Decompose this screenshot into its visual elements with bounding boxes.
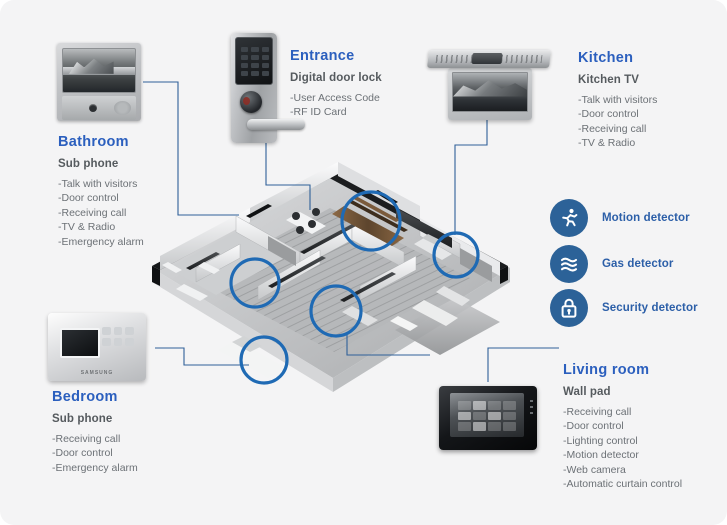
- list-item: -Motion detector: [563, 449, 639, 462]
- smart-home-diagram: SAMSUNG Bathroom Sub phone -Talk with vi…: [0, 0, 727, 525]
- legend-item-security-detector: Security detector: [550, 289, 698, 327]
- room-block-kitchen: Kitchen Kitchen TV -Talk with visitors -…: [578, 50, 657, 151]
- legend-item-gas-detector: Gas detector: [550, 245, 674, 283]
- list-item: -User Access Code: [290, 92, 380, 104]
- living-room-wall-pad-image: [439, 386, 537, 450]
- list-item: -Lighting control: [563, 434, 638, 447]
- running-person-icon: [550, 199, 588, 237]
- device-name-entrance: Digital door lock: [290, 72, 382, 84]
- room-block-bathroom: Bathroom Sub phone -Talk with visitors -…: [58, 134, 144, 249]
- room-title-kitchen: Kitchen: [578, 50, 634, 66]
- feature-list-kitchen: -Talk with visitors -Door control -Recei…: [578, 93, 657, 151]
- bedroom-sub-phone-image: SAMSUNG: [48, 313, 146, 381]
- speaker-grille-icon: [114, 101, 131, 115]
- list-item: -Door control: [578, 108, 639, 121]
- room-block-entrance: Entrance Digital door lock -User Access …: [290, 48, 382, 120]
- list-item: -Door control: [58, 192, 119, 205]
- list-item: -Door control: [563, 420, 624, 433]
- list-item: -Talk with visitors: [578, 94, 658, 106]
- feature-list-living-room: -Receiving call -Door control -Lighting …: [563, 405, 682, 491]
- feature-list-bathroom: -Talk with visitors -Door control -Recei…: [58, 177, 144, 249]
- list-item: -Receiving call: [563, 406, 632, 418]
- room-title-bathroom: Bathroom: [58, 134, 129, 150]
- list-item: -RF ID Card: [290, 106, 347, 119]
- list-item: -Door control: [52, 447, 113, 460]
- list-item: -TV & Radio: [58, 221, 116, 234]
- digital-door-lock-image: [231, 33, 305, 143]
- kitchen-tv-image: [427, 50, 551, 120]
- list-item: -Receiving call: [578, 122, 647, 135]
- device-name-living-room: Wall pad: [563, 386, 611, 398]
- feature-list-bedroom: -Receiving call -Door control -Emergency…: [52, 432, 138, 475]
- feature-list-entrance: -User Access Code -RF ID Card: [290, 91, 382, 120]
- list-item: -Automatic curtain control: [563, 478, 683, 491]
- bathroom-sub-phone-image: [57, 43, 141, 121]
- list-item: -Receiving call: [52, 433, 121, 445]
- legend-label: Security detector: [602, 302, 698, 314]
- legend-label: Gas detector: [602, 258, 674, 270]
- room-block-living-room: Living room Wall pad -Receiving call -Do…: [563, 362, 682, 491]
- monitor-button-icon: [89, 104, 97, 112]
- device-name-bedroom: Sub phone: [52, 413, 113, 425]
- legend-label: Motion detector: [602, 212, 690, 224]
- device-name-bathroom: Sub phone: [58, 158, 119, 170]
- list-item: -Talk with visitors: [58, 178, 138, 190]
- padlock-icon: [550, 289, 588, 327]
- device-name-kitchen: Kitchen TV: [578, 74, 640, 86]
- list-item: -Emergency alarm: [52, 461, 138, 474]
- room-block-bedroom: Bedroom Sub phone -Receiving call -Door …: [52, 389, 138, 475]
- lock-knob-icon: [240, 91, 262, 113]
- list-item: -Emergency alarm: [58, 235, 144, 248]
- room-title-living-room: Living room: [563, 362, 650, 378]
- gas-waves-icon: [550, 245, 588, 283]
- brand-mark: SAMSUNG: [80, 370, 114, 376]
- room-title-bedroom: Bedroom: [52, 389, 118, 405]
- list-item: -Receiving call: [58, 206, 127, 219]
- list-item: -Web camera: [563, 463, 626, 476]
- legend-item-motion-detector: Motion detector: [550, 199, 690, 237]
- list-item: -TV & Radio: [578, 137, 636, 150]
- door-handle-icon: [247, 119, 305, 130]
- room-title-entrance: Entrance: [290, 48, 355, 64]
